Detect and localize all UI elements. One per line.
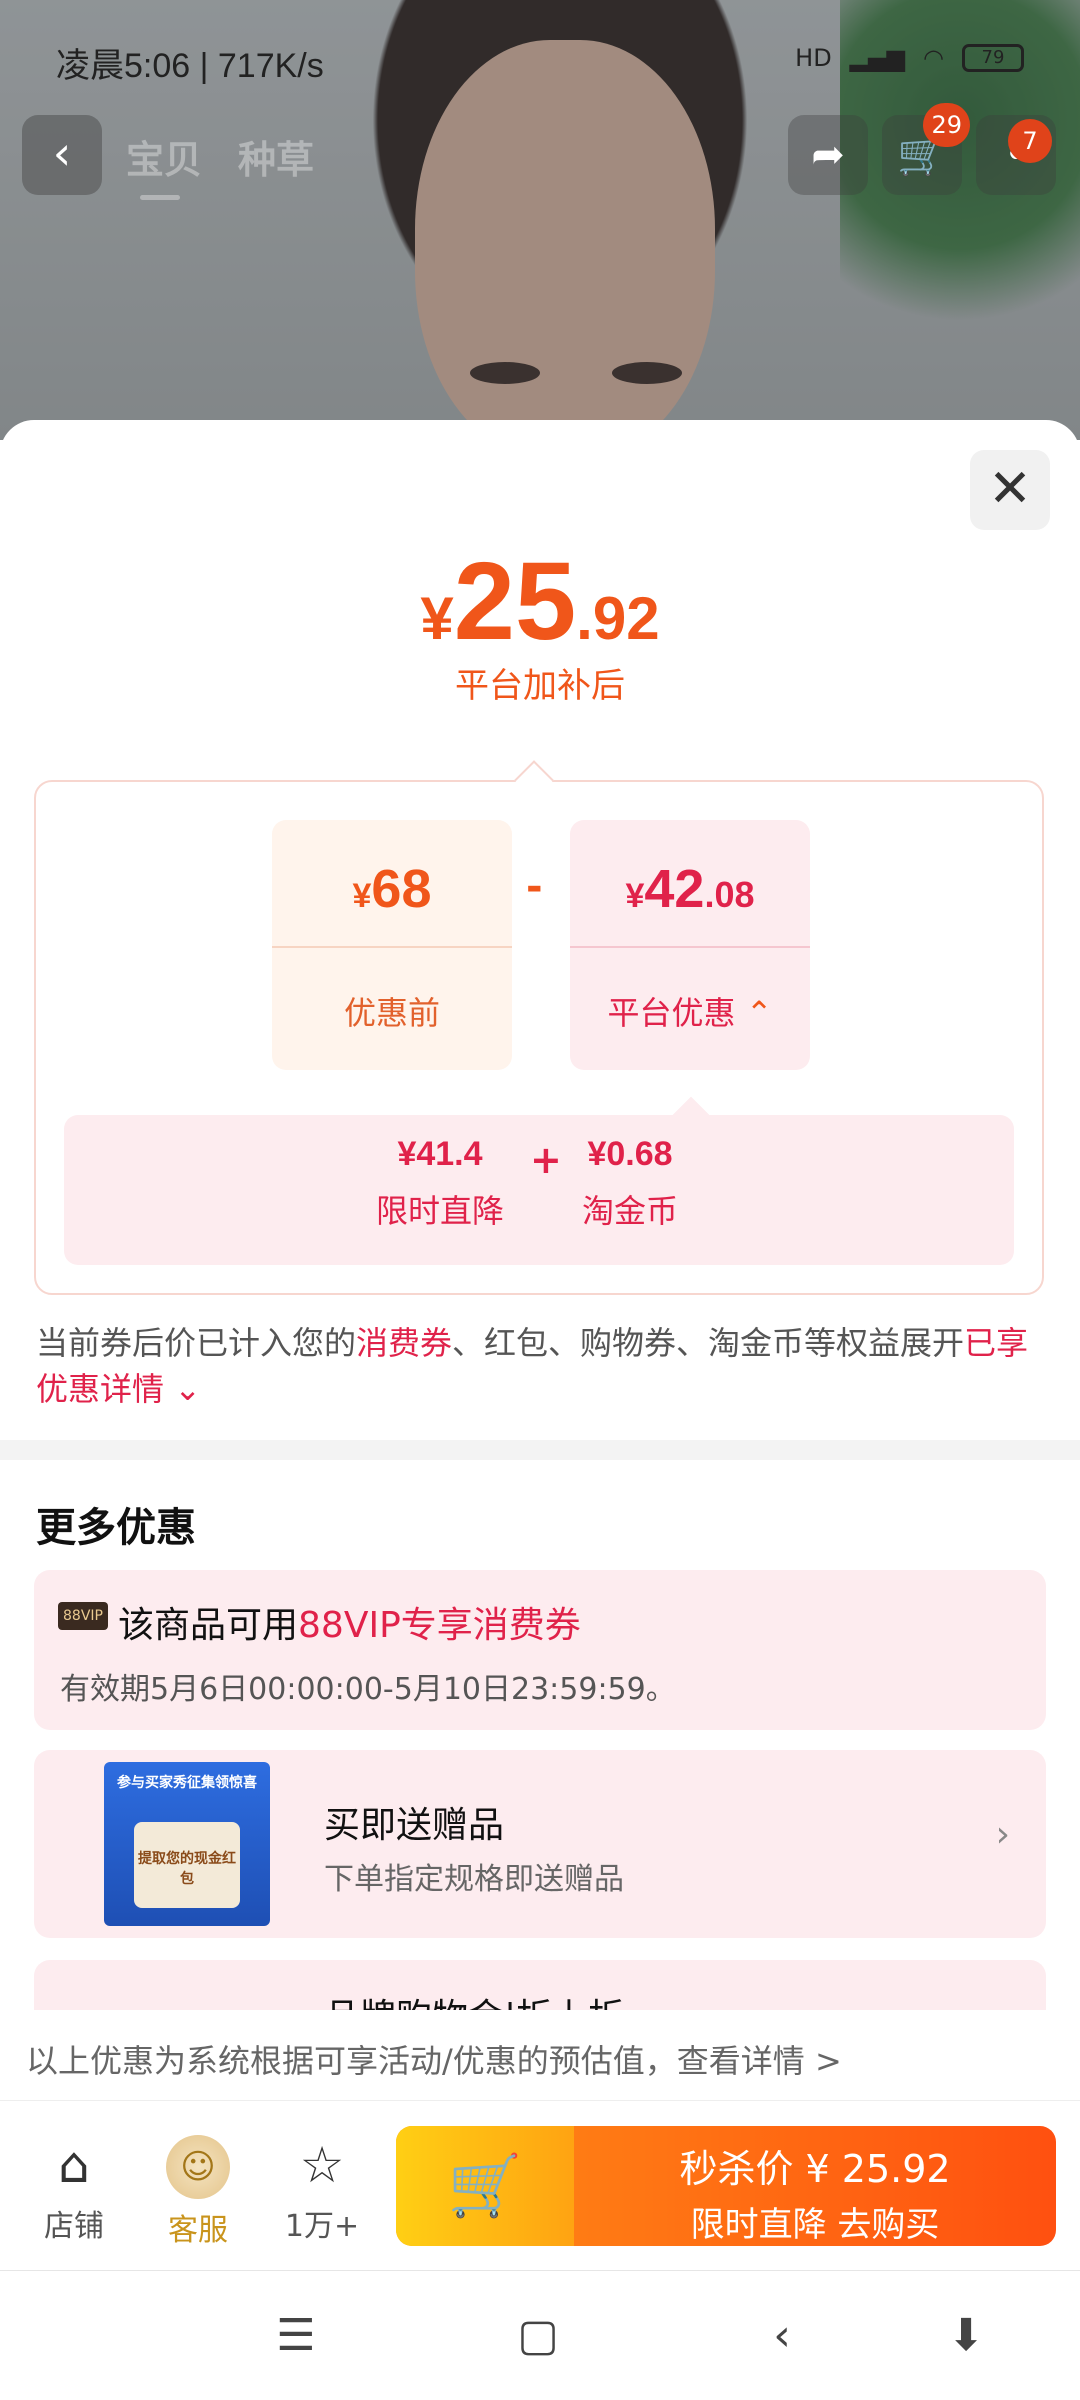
wifi-icon: ◠ — [923, 44, 944, 72]
more-discounts-title: 更多优惠 — [36, 1505, 196, 1551]
promo-subtitle: 下单指定规格即送赠品 — [324, 1862, 624, 1897]
platform-discount-amount: ¥42.08 — [570, 858, 810, 920]
platform-discount-label-text: 平台优惠 — [607, 994, 736, 1032]
promo-title: 买即送赠品 — [324, 1805, 505, 1846]
buy-price-text: 秒杀价 ¥ 25.92 — [679, 2147, 951, 2191]
status-time: 凌晨5:06 | 717K/s — [56, 47, 324, 85]
price-before-card: ¥68 优惠前 — [272, 820, 512, 1070]
close-button[interactable]: ✕ — [970, 450, 1050, 530]
gift-image-text: 提取您的现金红包 — [138, 1851, 236, 1887]
customer-service-button[interactable]: ☺ 客服 — [148, 2135, 248, 2249]
tab-seed[interactable]: 种草 — [238, 129, 314, 184]
discount-item-flash: ¥41.4 限时直降 — [340, 1135, 540, 1232]
system-navigation-bar: ☰ ▢ ‹ ⬇ — [0, 2270, 1080, 2400]
footnote-text: 以上优惠为系统根据可享活动/优惠的预估值，查看详情 > — [26, 2042, 842, 2080]
shop-label: 店铺 — [44, 2209, 104, 2244]
add-to-cart-button[interactable]: 🛒 — [396, 2126, 574, 2246]
discount-item-label: 淘金币 — [581, 1192, 678, 1230]
promo-title: 该商品可用88VIP专享消费券 — [118, 1596, 581, 1648]
message-badge: 7 — [1008, 119, 1052, 163]
cart-button[interactable]: 🛒 29 — [882, 103, 970, 195]
product-tabs: 宝贝 种草 — [126, 129, 314, 184]
promo-title-highlight: 88VIP专享消费券 — [298, 1605, 581, 1646]
chevron-left-icon: ‹ — [52, 126, 72, 180]
service-label: 客服 — [168, 2213, 228, 2248]
estimate-footnote[interactable]: 以上优惠为系统根据可享活动/优惠的预估值，查看详情 > — [0, 2010, 1080, 2110]
chevron-down-icon: ⌄ — [174, 1370, 201, 1408]
section-divider — [0, 1440, 1080, 1460]
status-bar: 凌晨5:06 | 717K/s HD ▂▄▆ ◠ 79 — [0, 0, 1080, 120]
gift-promo-image: 参与买家秀征集领惊喜 提取您的现金红包 — [104, 1762, 270, 1926]
nav-icon-group: ➦ 🛒 29 • 7 — [788, 103, 1056, 195]
platform-discount-label: 平台优惠 ⌃ — [570, 988, 810, 1034]
signal-icon: ▂▄▆ — [849, 44, 906, 72]
back-icon[interactable]: ‹ — [752, 2311, 812, 2361]
store-icon: ⌂ — [58, 2136, 90, 2194]
card-divider — [570, 946, 810, 948]
note-middle: 、红包、购物券、淘金币等权益展开 — [452, 1324, 965, 1362]
price-decimal: .92 — [576, 585, 660, 652]
discount-item-value: ¥0.68 — [587, 1135, 673, 1173]
back-button[interactable]: ‹ — [22, 115, 102, 195]
final-price-label: 平台加补后 — [455, 666, 625, 706]
price-integer: 25 — [453, 540, 577, 663]
chevron-up-icon: ⌃ — [745, 994, 773, 1032]
home-icon[interactable]: ▢ — [508, 2311, 568, 2361]
note-prefix: 当前券后价已计入您的 — [36, 1324, 357, 1362]
more-button[interactable]: • 7 — [976, 115, 1056, 195]
tab-item[interactable]: 宝贝 — [126, 129, 202, 184]
plus-sign: + — [530, 1138, 562, 1182]
service-icon: ☺ — [166, 2135, 230, 2199]
close-icon: ✕ — [988, 459, 1032, 519]
status-indicators: HD ▂▄▆ ◠ 79 — [795, 44, 1024, 72]
price-before-label: 优惠前 — [343, 994, 440, 1032]
cart-badge: 29 — [923, 103, 970, 147]
price-before-amount: ¥68 — [272, 858, 512, 920]
share-icon: ➦ — [811, 132, 845, 178]
coupon-note: 当前券后价已计入您的消费券、红包、购物券、淘金币等权益展开已享优惠详情 ⌄ — [36, 1320, 1046, 1412]
minus-sign: - — [526, 864, 543, 910]
price-before-currency: ¥ — [352, 877, 372, 915]
discount-item-coins: ¥0.68 淘金币 — [560, 1135, 700, 1232]
buy-action-text: 限时直降 去购买 — [690, 2205, 940, 2245]
discount-item-label: 限时直降 — [375, 1192, 504, 1230]
platform-discount-decimal: .08 — [704, 874, 755, 915]
star-icon: ☆ — [299, 2136, 345, 2194]
chevron-right-icon: › — [995, 1814, 1010, 1855]
platform-discount-card[interactable]: ¥42.08 平台优惠 ⌃ — [570, 820, 810, 1070]
note-highlight-coupon: 消费券 — [356, 1324, 453, 1362]
card-divider — [272, 946, 512, 948]
product-top-nav: ‹ 宝贝 种草 ➦ 🛒 29 • 7 — [0, 103, 1080, 205]
promo-88vip-coupon[interactable]: 88VIP 该商品可用88VIP专享消费券 有效期5月6日00:00:00-5月… — [34, 1570, 1046, 1730]
platform-discount-currency: ¥ — [625, 877, 645, 915]
menu-icon[interactable]: ☰ — [266, 2311, 326, 2361]
final-price: ¥25.92 — [0, 538, 1080, 665]
favorite-count: 1万+ — [284, 2209, 360, 2244]
platform-discount-integer: 42 — [644, 859, 705, 919]
discount-item-value: ¥41.4 — [397, 1135, 483, 1173]
promo-title-prefix: 该商品可用 — [118, 1605, 299, 1646]
promo-subtitle: 有效期5月6日00:00:00-5月10日23:59:59。 — [60, 1672, 676, 1707]
promo-free-gift[interactable]: 参与买家秀征集领惊喜 提取您的现金红包 买即送赠品 下单指定规格即送赠品 › — [34, 1750, 1046, 1938]
shop-button[interactable]: ⌂ 店铺 — [24, 2135, 124, 2245]
gift-image-title: 参与买家秀征集领惊喜 — [117, 1775, 257, 1791]
vip-tag-icon: 88VIP — [58, 1602, 108, 1630]
price-currency: ¥ — [420, 585, 454, 652]
battery-icon: 79 — [962, 44, 1024, 72]
buy-now-button[interactable]: 秒杀价 ¥ 25.92 限时直降 去购买 — [574, 2138, 1056, 2246]
share-button[interactable]: ➦ — [788, 115, 868, 195]
assistant-icon[interactable]: ⬇ — [936, 2311, 996, 2361]
cart-plus-icon: 🛒 — [447, 2151, 523, 2221]
buy-button[interactable]: 🛒 秒杀价 ¥ 25.92 限时直降 去购买 — [396, 2126, 1056, 2246]
favorite-button[interactable]: ☆ 1万+ — [272, 2135, 372, 2245]
price-before-integer: 68 — [371, 859, 432, 919]
tab-active-indicator — [140, 195, 180, 200]
network-label: HD — [795, 44, 832, 72]
